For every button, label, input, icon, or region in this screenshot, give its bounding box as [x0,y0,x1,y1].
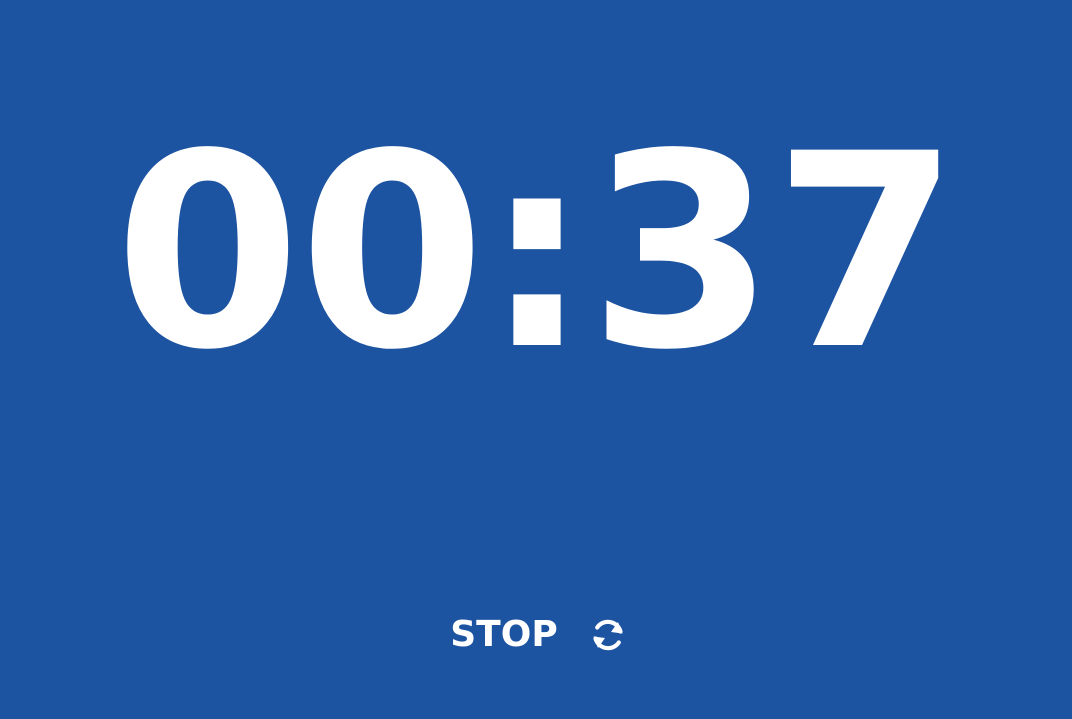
refresh-icon [589,616,627,654]
stop-button[interactable]: STOP [450,612,557,658]
timer-display: 00:37 [114,97,959,409]
timer-controls: STOP [0,612,1072,658]
reset-button[interactable] [588,615,628,655]
